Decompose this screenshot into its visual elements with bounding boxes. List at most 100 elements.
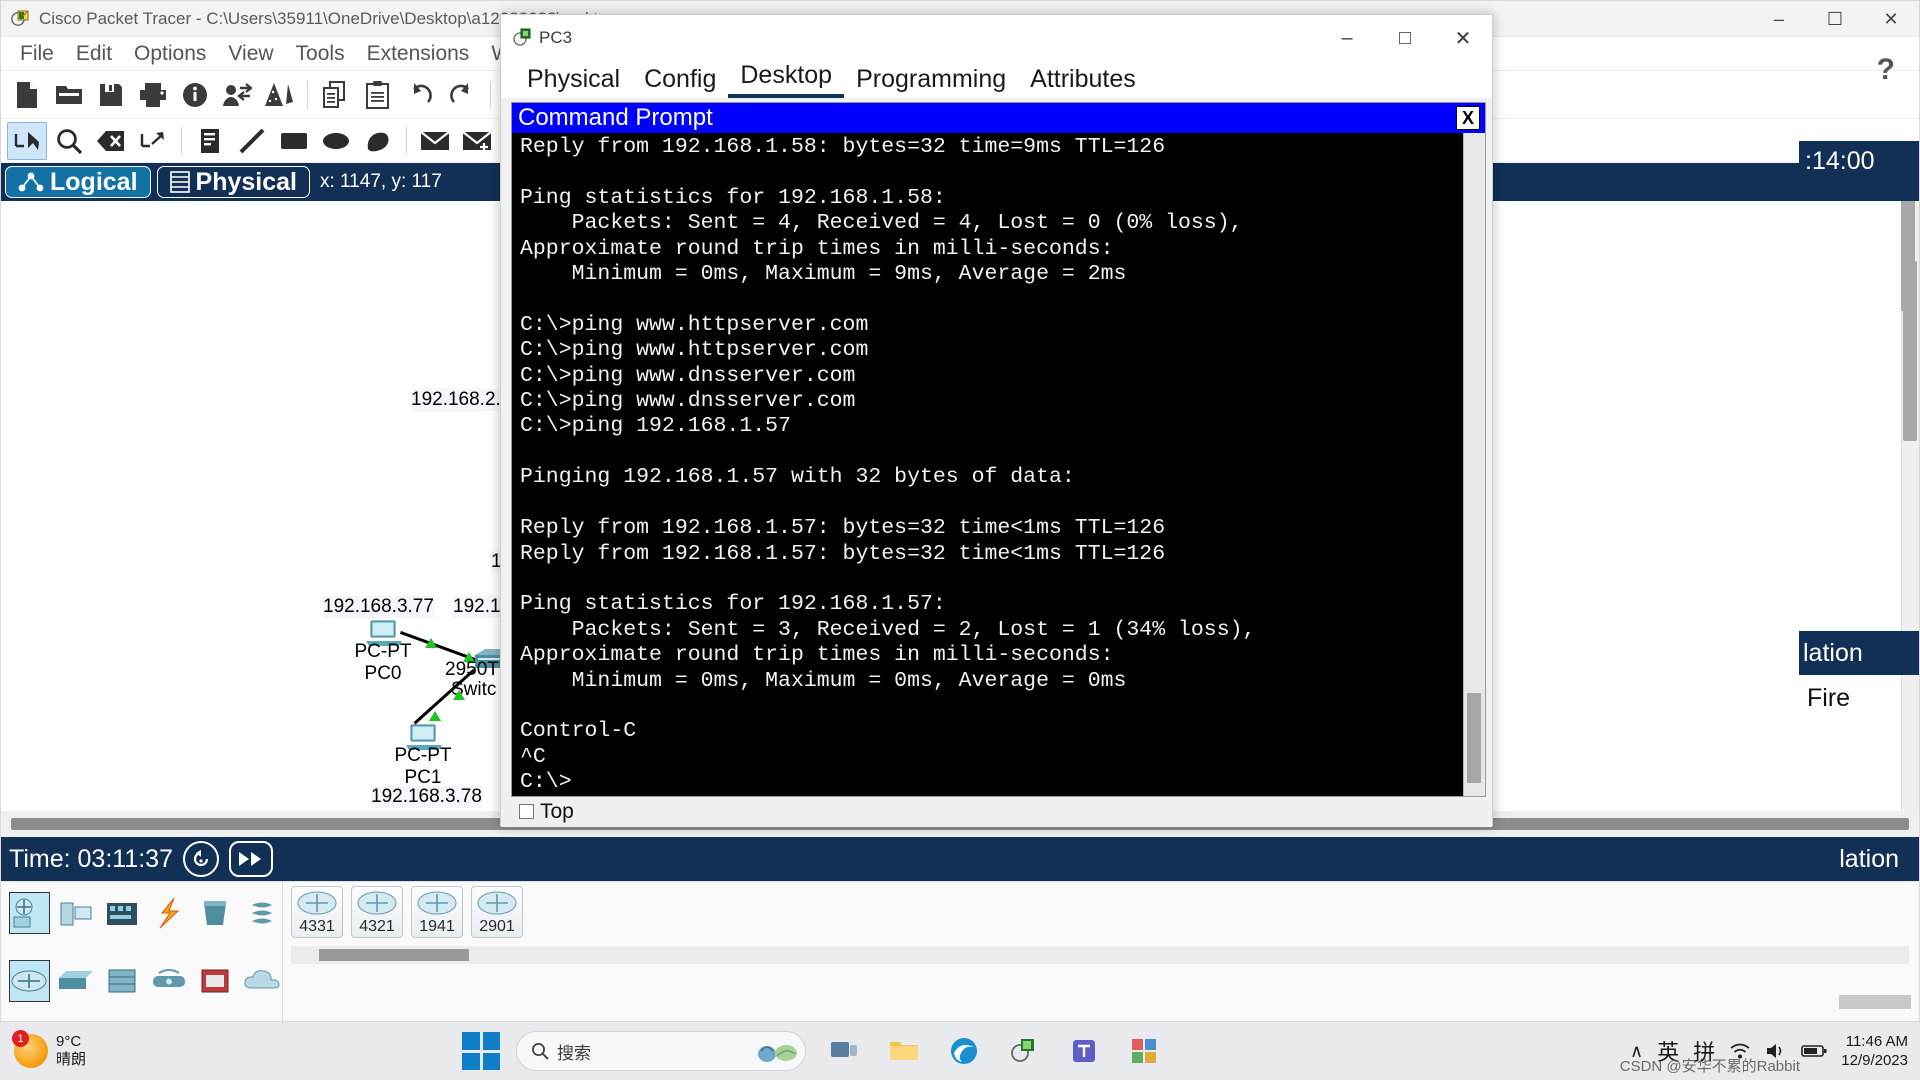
time-bar-right-items: lation xyxy=(1839,845,1919,874)
simulation-time-label: Time: 03:11:37 xyxy=(9,844,173,873)
select-icon[interactable] xyxy=(7,121,47,160)
command-prompt-scroll-thumb[interactable] xyxy=(1467,693,1481,783)
pt-close-button[interactable]: ✕ xyxy=(1863,1,1919,37)
pc0-ip-label: 192.168.3.77 xyxy=(323,596,434,618)
draw-freeform-icon[interactable] xyxy=(358,122,398,160)
top-checkbox[interactable] xyxy=(519,804,534,820)
info-icon[interactable] xyxy=(175,76,215,114)
pt-maximize-button[interactable]: ☐ xyxy=(1807,1,1863,37)
right-panel-scrollbar[interactable] xyxy=(1901,191,1915,621)
wan-emulation-icon[interactable] xyxy=(195,960,235,1002)
power-cycle-icon[interactable] xyxy=(182,841,219,877)
csdn-watermark: CSDN @安华不累的Rabbit xyxy=(1619,1058,1800,1075)
routers-icon[interactable] xyxy=(9,960,50,1002)
router-1941[interactable]: 1941 xyxy=(411,886,463,938)
inspect-icon[interactable] xyxy=(49,122,89,160)
device-list-panel: 4331 4321 1941 2901 xyxy=(283,882,1919,1021)
router-4331[interactable]: 4331 xyxy=(291,886,343,938)
help-question-icon[interactable]: ? xyxy=(1877,53,1895,87)
note-icon[interactable] xyxy=(190,122,230,160)
command-prompt-close-button[interactable]: X xyxy=(1456,106,1480,130)
menu-extensions[interactable]: Extensions xyxy=(356,40,481,68)
new-file-icon[interactable] xyxy=(7,76,47,114)
cloud-icon[interactable] xyxy=(242,960,282,1002)
tab-physical[interactable]: Physical xyxy=(515,65,632,98)
pc3-minimize-button[interactable]: – xyxy=(1318,15,1376,61)
open-folder-icon[interactable] xyxy=(49,76,89,114)
windows-taskbar: 1 9°C 晴朗 搜索 ∧ 英 拼 11:46 AM 12/9/2023 CSD… xyxy=(0,1022,1920,1080)
pc3-close-button[interactable]: ✕ xyxy=(1434,15,1492,61)
menu-edit[interactable]: Edit xyxy=(65,40,123,68)
network-wizard-icon[interactable] xyxy=(259,76,299,114)
clock-time: 11:46 AM xyxy=(1845,1033,1908,1050)
simulation-mode-fragment[interactable]: lation xyxy=(1799,631,1919,675)
copy-icon[interactable] xyxy=(316,76,356,114)
simulation-mode-label[interactable]: lation xyxy=(1839,845,1899,874)
fast-forward-icon[interactable] xyxy=(228,841,273,877)
delete-icon[interactable] xyxy=(91,122,131,160)
weather-condition: 晴朗 xyxy=(56,1051,87,1068)
logical-view-tab[interactable]: Logical xyxy=(5,166,151,198)
physical-view-tab[interactable]: Physical xyxy=(156,166,310,198)
teams-icon[interactable] xyxy=(1062,1029,1106,1073)
battery-icon[interactable] xyxy=(1801,1043,1827,1059)
taskbar-weather-widget[interactable]: 1 9°C 晴朗 xyxy=(0,1030,200,1069)
right-bottom-scroll-fragment[interactable] xyxy=(1839,995,1911,1009)
resize-shape-icon[interactable] xyxy=(133,122,173,160)
end-devices-icon[interactable] xyxy=(56,892,96,934)
taskbar-clock[interactable]: 11:46 AM 12/9/2023 xyxy=(1841,1032,1908,1070)
task-view-icon[interactable] xyxy=(822,1029,866,1073)
pc0-name-label: PC0 xyxy=(364,663,402,684)
pc3-maximize-button[interactable]: □ xyxy=(1376,15,1434,61)
draw-ellipse-icon[interactable] xyxy=(316,122,356,160)
add-simple-pdu-icon[interactable] xyxy=(415,122,455,160)
undo-icon[interactable] xyxy=(400,76,440,114)
app-icon[interactable] xyxy=(1122,1029,1166,1073)
save-icon[interactable] xyxy=(91,76,131,114)
right-panel-scroll-thumb[interactable] xyxy=(1901,201,1915,311)
packet-tracer-app-icon xyxy=(11,9,31,29)
cursor-coordinates: x: 1147, y: 117 xyxy=(319,171,442,192)
start-button[interactable] xyxy=(462,1032,500,1070)
packet-tracer-icon[interactable] xyxy=(1002,1029,1046,1073)
network-devices-icon[interactable] xyxy=(9,892,50,934)
misc-icon[interactable] xyxy=(195,892,235,934)
logical-topology-icon xyxy=(18,172,44,192)
search-input[interactable]: 搜索 xyxy=(516,1031,806,1071)
device-list-scroll-thumb[interactable] xyxy=(319,949,469,961)
router-2901[interactable]: 2901 xyxy=(471,886,523,938)
wireless-icon[interactable] xyxy=(149,960,189,1002)
add-complex-pdu-icon[interactable] xyxy=(457,122,497,160)
command-prompt-console[interactable]: Reply from 192.168.1.58: bytes=32 time=9… xyxy=(512,133,1485,796)
connections-icon[interactable] xyxy=(149,892,189,934)
link-status-dot xyxy=(429,711,441,721)
paste-icon[interactable] xyxy=(358,76,398,114)
tab-config[interactable]: Config xyxy=(632,65,728,98)
draw-rect-icon[interactable] xyxy=(274,122,314,160)
redo-icon[interactable] xyxy=(442,76,482,114)
device-list-scrollbar[interactable] xyxy=(291,946,1909,964)
draw-line-icon[interactable] xyxy=(232,122,272,160)
menu-options[interactable]: Options xyxy=(123,40,217,68)
router-4321[interactable]: 4321 xyxy=(351,886,403,938)
search-placeholder: 搜索 xyxy=(557,1043,591,1063)
fire-button-fragment[interactable]: Fire xyxy=(1799,675,1919,721)
menu-tools[interactable]: Tools xyxy=(285,40,356,68)
multiuser-icon[interactable] xyxy=(242,892,282,934)
command-prompt-scrollbar[interactable] xyxy=(1463,133,1485,796)
tab-programming[interactable]: Programming xyxy=(844,65,1018,98)
tab-attributes[interactable]: Attributes xyxy=(1018,65,1148,98)
menu-view[interactable]: View xyxy=(217,40,284,68)
file-explorer-icon[interactable] xyxy=(882,1029,926,1073)
activity-wizard-icon[interactable] xyxy=(217,76,257,114)
menu-file[interactable]: File xyxy=(9,40,65,68)
router-device-row: 4331 4321 1941 2901 xyxy=(291,886,1919,938)
hubs-icon[interactable] xyxy=(102,960,142,1002)
switches-icon[interactable] xyxy=(56,960,96,1002)
print-icon[interactable] xyxy=(133,76,173,114)
edge-icon[interactable] xyxy=(942,1029,986,1073)
tab-desktop[interactable]: Desktop xyxy=(728,61,845,98)
pt-minimize-button[interactable]: – xyxy=(1751,1,1807,37)
router-1941-label: 1941 xyxy=(419,918,455,935)
components-icon[interactable] xyxy=(102,892,142,934)
